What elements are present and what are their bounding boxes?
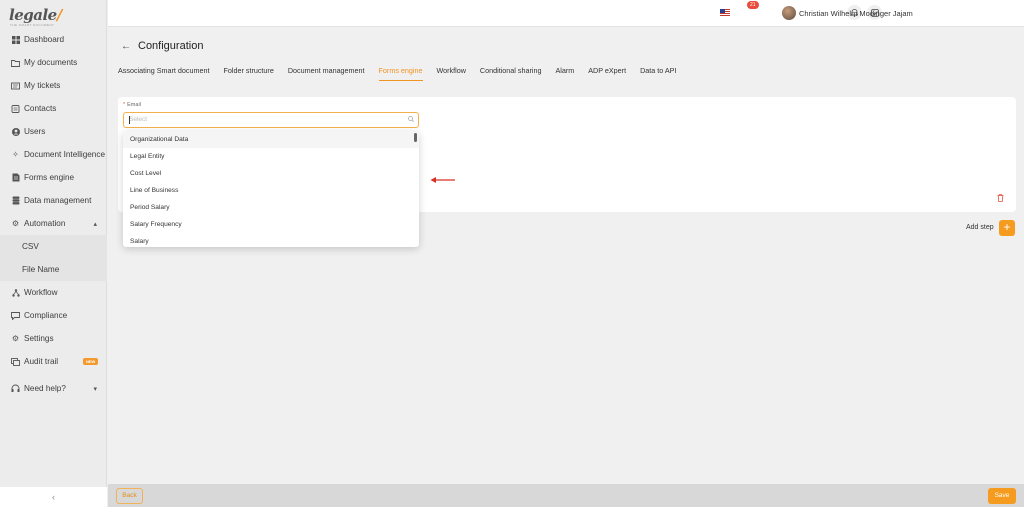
sidebar-item-users[interactable]: Users	[0, 120, 107, 143]
sidebar-item-data-management[interactable]: Data management	[0, 189, 107, 212]
folder-icon	[11, 58, 20, 67]
sidebar-item-document-intelligence[interactable]: ✧ Document Intelligence	[0, 143, 107, 166]
sidebar-item-label: File Name	[22, 265, 60, 274]
tab-adp-expert[interactable]: ADP eXpert	[588, 64, 626, 81]
tab-forms-engine[interactable]: Forms engine	[378, 64, 423, 81]
add-step-label: Add step	[966, 224, 994, 231]
new-badge: NEW	[83, 358, 99, 365]
database-icon	[11, 196, 20, 205]
sidebar-item-label: Settings	[24, 334, 54, 343]
email-select-field[interactable]: Select	[123, 112, 419, 128]
red-arrow-annotation	[430, 177, 455, 183]
sidebar-item-label: CSV	[22, 242, 39, 251]
sidebar-item-contacts[interactable]: Contacts	[0, 97, 107, 120]
tab-workflow[interactable]: Workflow	[437, 64, 466, 81]
trash-icon[interactable]	[997, 194, 1004, 204]
dropdown-option[interactable]: Cost Level	[123, 165, 419, 182]
contacts-icon	[11, 104, 20, 113]
sidebar-item-label: Users	[24, 127, 46, 136]
sidebar: legale/ THE SMART DOCUMENT Dashboard My …	[0, 0, 107, 507]
page-header: ← Configuration	[121, 40, 203, 52]
workflow-icon	[11, 288, 20, 297]
form-icon	[11, 173, 20, 182]
chat-icon	[11, 311, 20, 320]
dropdown-option[interactable]: Period Salary	[123, 199, 419, 216]
back-button[interactable]: Back	[116, 488, 143, 504]
sidebar-item-compliance[interactable]: Compliance	[0, 304, 107, 327]
avatar[interactable]	[782, 6, 796, 20]
dropdown-option[interactable]: Organizational Data	[123, 131, 419, 148]
sidebar-item-workflow[interactable]: Workflow	[0, 281, 107, 304]
sidebar-item-forms-engine[interactable]: Forms engine	[0, 166, 107, 189]
sidebar-item-label: My documents	[24, 58, 78, 67]
sidebar-item-label: Forms engine	[24, 173, 75, 182]
sidebar-item-dashboard[interactable]: Dashboard	[0, 28, 107, 51]
sidebar-nav: Dashboard My documents My tickets Contac…	[0, 28, 107, 400]
dropdown-option[interactable]: Salary	[123, 233, 419, 247]
ticket-icon	[11, 81, 20, 90]
chevron-down-icon[interactable]: ▾	[93, 385, 97, 393]
config-tabs: Associating Smart document Folder struct…	[118, 64, 690, 82]
dropdown-scrollbar[interactable]	[414, 133, 417, 142]
chevron-up-icon[interactable]: ▴	[93, 220, 97, 228]
notification-count-badge: 21	[747, 1, 759, 9]
user-name[interactable]: Christian Wilhelm Modinger Jajam	[799, 9, 913, 18]
logo-tagline: THE SMART DOCUMENT	[10, 23, 55, 27]
sidebar-item-need-help[interactable]: Need help? ▾	[0, 377, 107, 400]
sidebar-subitem-csv[interactable]: CSV	[0, 235, 107, 258]
sidebar-item-my-tickets[interactable]: My tickets	[0, 74, 107, 97]
logo-text: legale/	[9, 6, 62, 24]
tab-associating-smart-document[interactable]: Associating Smart document	[118, 64, 209, 81]
save-button[interactable]: Save	[988, 488, 1016, 504]
select-placeholder: Select	[129, 116, 148, 123]
text-caret	[129, 116, 130, 124]
gear-icon: ⚙	[11, 219, 20, 228]
email-field-label: * Email	[123, 102, 141, 108]
footer-bar	[108, 484, 1024, 507]
collapse-sidebar-button[interactable]: ‹	[0, 487, 107, 507]
headset-icon	[11, 384, 20, 393]
settings-icon: ⚙	[11, 334, 20, 343]
dropdown-option[interactable]: Legal Entity	[123, 148, 419, 165]
sparkle-icon: ✧	[12, 150, 19, 159]
user-icon	[11, 127, 20, 136]
add-step-button[interactable]: +	[999, 220, 1015, 236]
sidebar-item-label: Need help?	[24, 384, 66, 393]
tab-alarm[interactable]: Alarm	[555, 64, 574, 81]
audit-icon	[11, 357, 20, 366]
sidebar-item-settings[interactable]: ⚙ Settings	[0, 327, 107, 350]
dropdown-option[interactable]: Line of Business	[123, 182, 419, 199]
back-arrow-icon[interactable]: ←	[121, 41, 131, 52]
sidebar-item-automation[interactable]: ⚙ Automation ▴	[0, 212, 107, 235]
sidebar-item-audit-trail[interactable]: Audit trail NEW	[0, 350, 107, 373]
sidebar-subitem-file-name[interactable]: File Name	[0, 258, 107, 281]
email-select-dropdown: Organizational Data Legal Entity Cost Le…	[123, 131, 419, 247]
sidebar-item-label: Workflow	[24, 288, 58, 297]
tab-conditional-sharing[interactable]: Conditional sharing	[480, 64, 542, 81]
sidebar-item-label: Document Intelligence	[24, 150, 106, 159]
us-flag-icon[interactable]	[720, 9, 730, 16]
search-icon	[408, 116, 415, 124]
sidebar-item-label: Dashboard	[24, 35, 65, 44]
tab-folder-structure[interactable]: Folder structure	[223, 64, 273, 81]
tab-data-to-api[interactable]: Data to API	[640, 64, 676, 81]
sidebar-item-label: Data management	[24, 196, 92, 205]
dashboard-icon	[11, 35, 20, 44]
sidebar-item-label: Contacts	[24, 104, 57, 113]
sidebar-item-label: My tickets	[24, 81, 61, 90]
logo[interactable]: legale/ THE SMART DOCUMENT	[9, 4, 62, 27]
sidebar-item-my-documents[interactable]: My documents	[0, 51, 107, 74]
sidebar-item-label: Automation	[24, 219, 66, 228]
sidebar-item-label: Compliance	[24, 311, 68, 320]
tab-document-management[interactable]: Document management	[288, 64, 365, 81]
page-title: Configuration	[138, 40, 204, 52]
dropdown-option[interactable]: Salary Frequency	[123, 216, 419, 233]
sidebar-item-label: Audit trail	[24, 357, 59, 366]
